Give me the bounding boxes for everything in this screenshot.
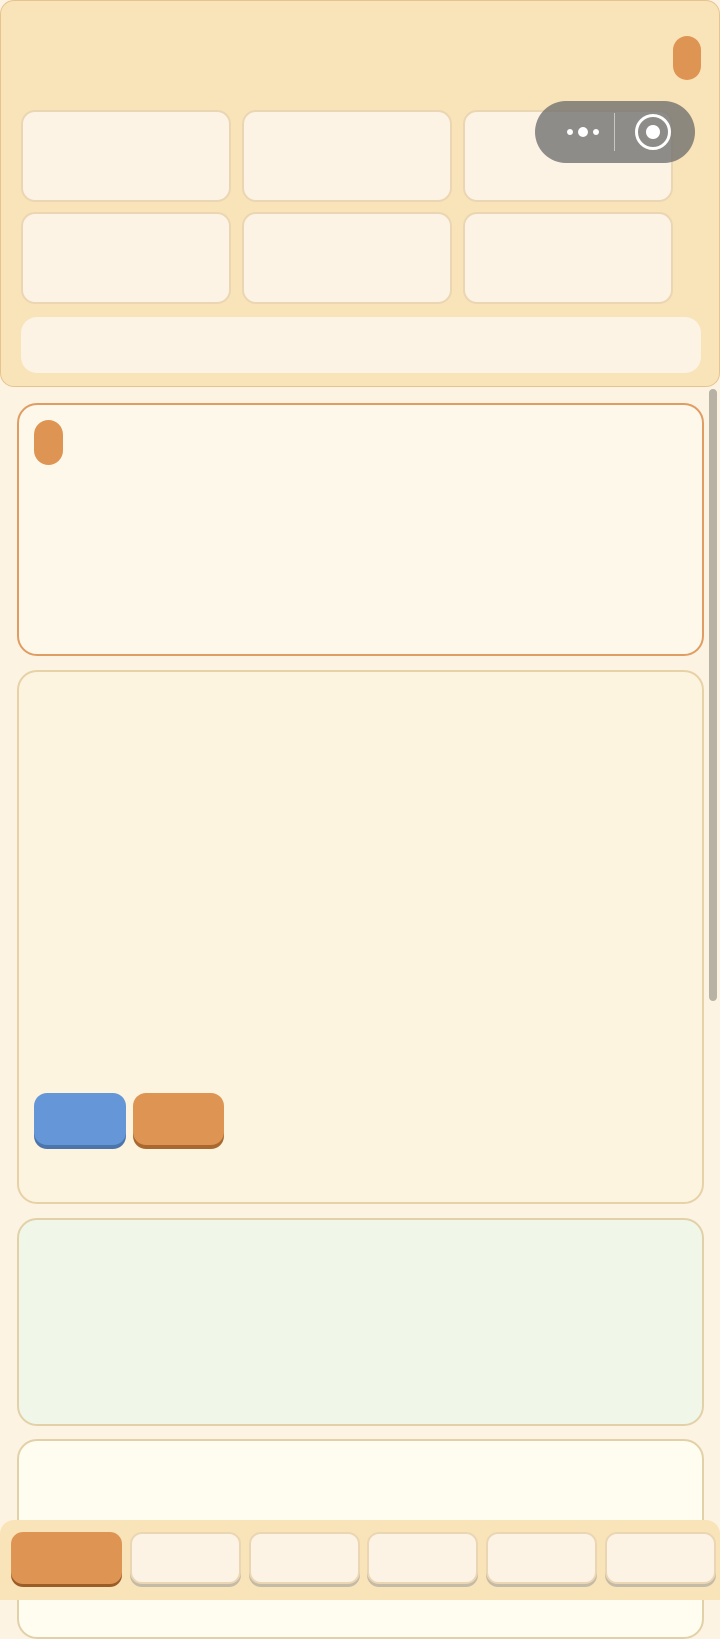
more-dots-icon[interactable]: [555, 116, 611, 148]
target-circle-icon[interactable]: [635, 114, 671, 150]
bottom-tab-bar: [0, 1520, 720, 1600]
blue-action-button[interactable]: [34, 1093, 126, 1145]
tab-1[interactable]: [11, 1532, 122, 1584]
tab-4[interactable]: [367, 1532, 478, 1584]
green-card: [17, 1218, 704, 1426]
stat-tile-6[interactable]: [463, 212, 673, 304]
dot: [593, 129, 599, 135]
capsule-divider: [614, 113, 615, 151]
summary-bar: [21, 317, 701, 373]
header-panel: [0, 0, 720, 387]
target-circle-icon-center: [646, 125, 660, 139]
miniprogram-capsule: [535, 101, 695, 163]
dot: [578, 127, 588, 137]
tab-5[interactable]: [486, 1532, 597, 1584]
header-tag-badge[interactable]: [673, 36, 701, 80]
tab-2[interactable]: [130, 1532, 241, 1584]
scrollbar-thumb[interactable]: [709, 389, 717, 1001]
dot: [567, 129, 573, 135]
stat-tile-4[interactable]: [21, 212, 231, 304]
highlighted-card[interactable]: [17, 403, 704, 656]
tab-6[interactable]: [605, 1532, 716, 1584]
stat-tile-1[interactable]: [21, 110, 231, 202]
tab-3[interactable]: [249, 1532, 360, 1584]
stat-tile-5[interactable]: [242, 212, 452, 304]
orange-action-button[interactable]: [133, 1093, 224, 1145]
card-tag-badge: [34, 420, 63, 465]
stat-tile-2[interactable]: [242, 110, 452, 202]
